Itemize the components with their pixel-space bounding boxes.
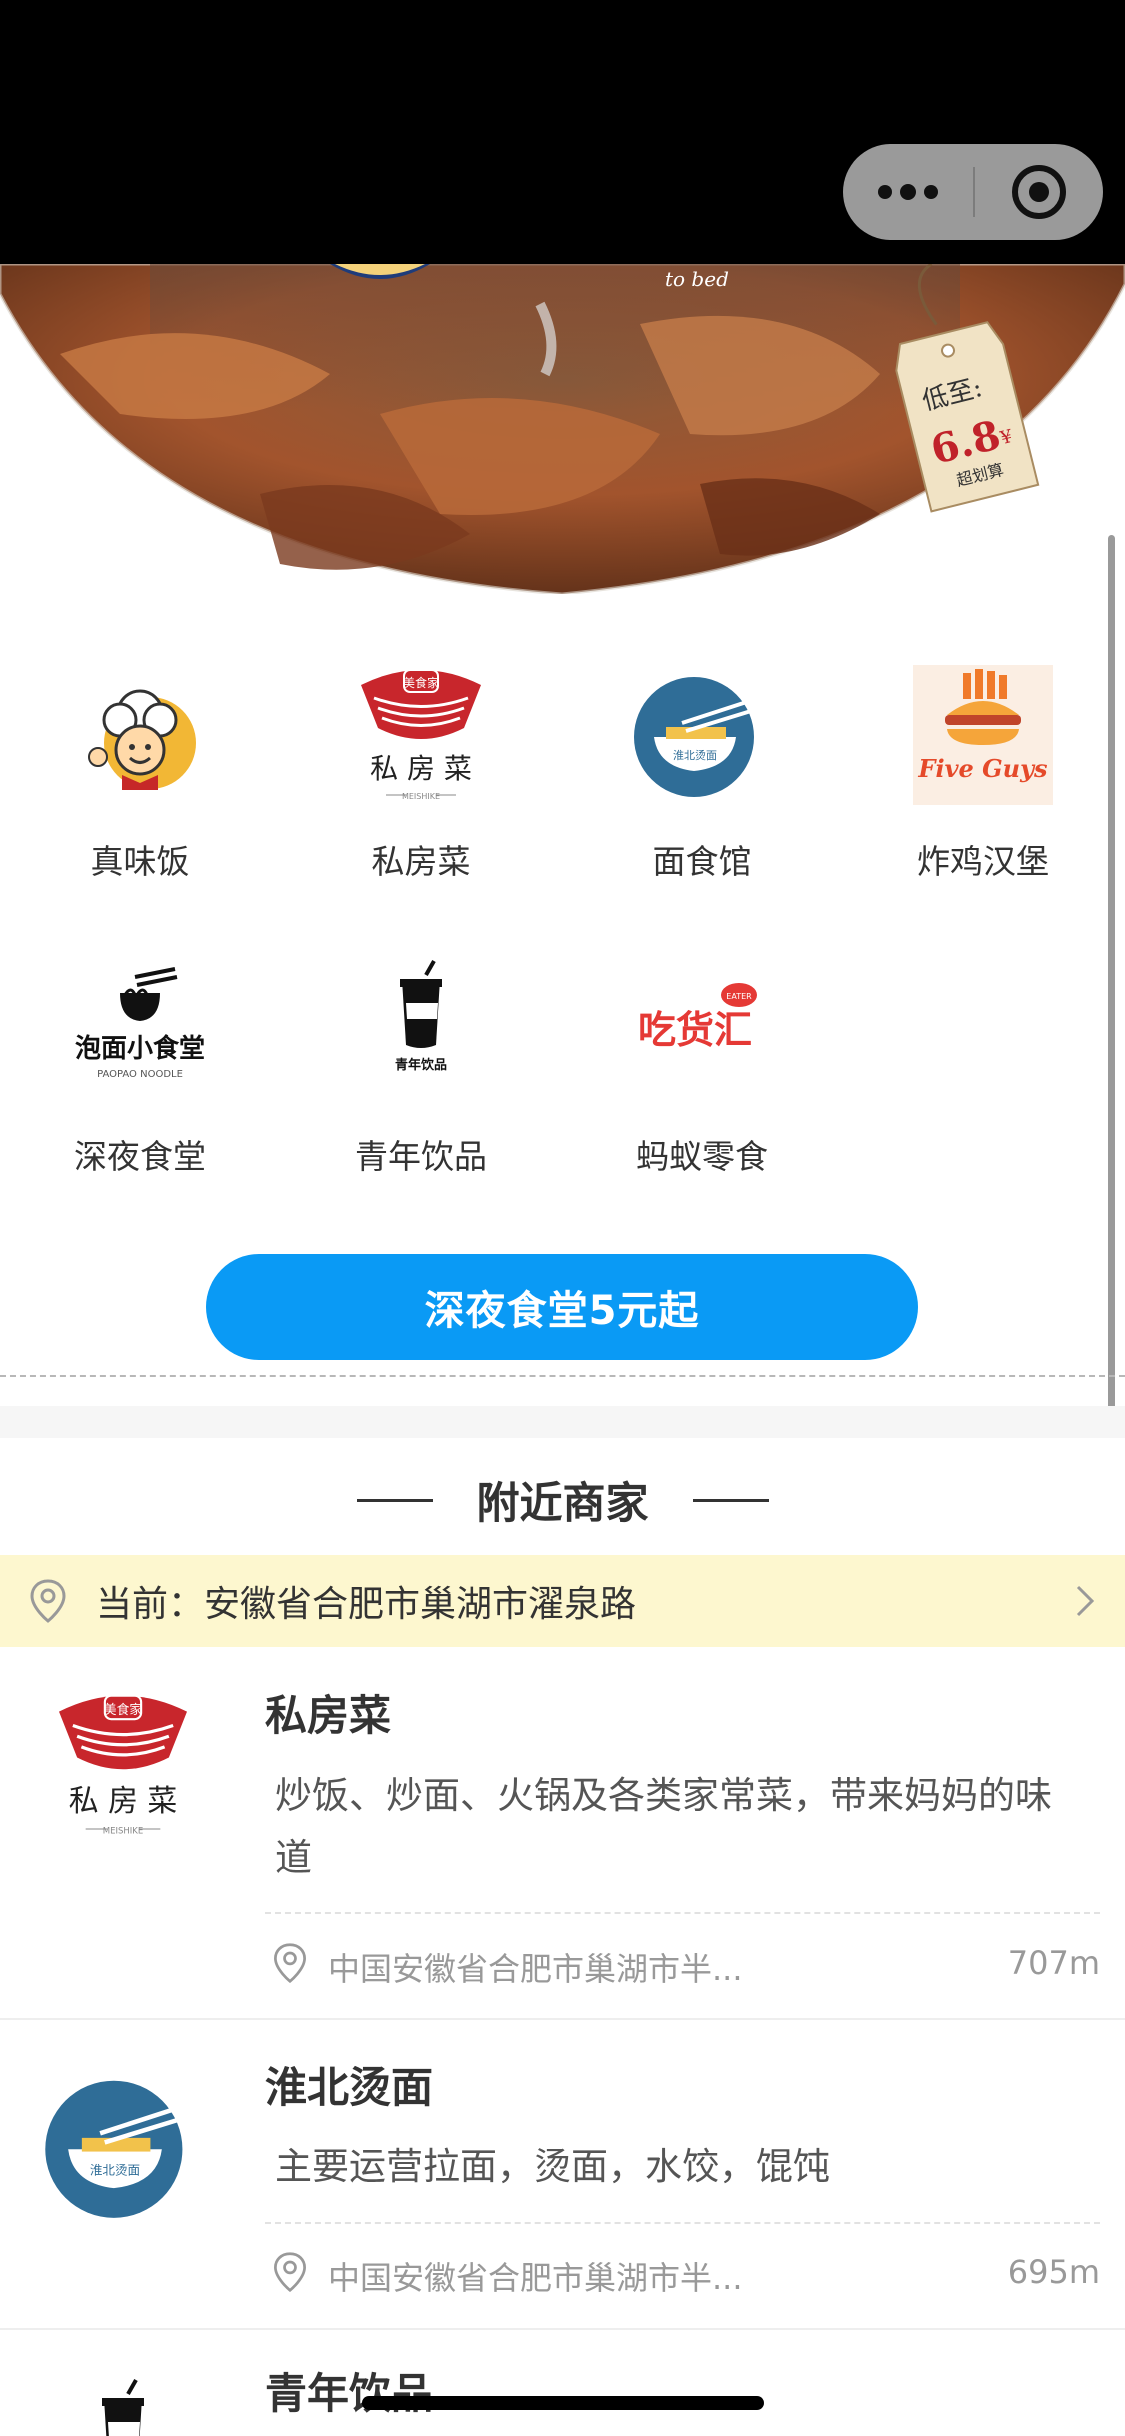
location-pin-icon <box>24 1577 72 1625</box>
private-kitchen-logo: 美食家 私 房 菜 MEISHIKE <box>40 1682 205 1847</box>
category-label: 炸鸡汉堡 <box>917 842 1049 881</box>
svg-text:泡面小食堂: 泡面小食堂 <box>75 1033 205 1064</box>
category-label: 真味饭 <box>90 842 190 881</box>
category-sifangcai[interactable]: 美食家 私 房 菜 MEISHIKE 私房菜 <box>311 660 531 883</box>
drink-cup-logo <box>40 2366 205 2436</box>
shop-description: 主要运营拉面，烫面，水饺，馄饨 <box>275 2145 830 2188</box>
category-label: 蚂蚁零食 <box>636 1137 768 1176</box>
scrollbar[interactable] <box>1108 535 1115 1415</box>
svg-text:淮北烫面: 淮北烫面 <box>673 749 717 762</box>
more-dots-icon[interactable] <box>843 144 973 240</box>
noodle-bowl-logo: 淮北烫面 <box>40 2064 205 2229</box>
location-pin-icon <box>268 2250 312 2294</box>
shop-card-sifangcai[interactable]: 美食家 私 房 菜 MEISHIKE 私房菜 炒饭、炒面、火锅及各类家常菜，带来… <box>0 1647 1125 2020</box>
shop-distance: 695m <box>1007 2253 1100 2291</box>
svg-text:吃货汇: 吃货汇 <box>638 1008 752 1052</box>
banner-caption: to bed <box>665 267 729 291</box>
shop-distance: 707m <box>1007 1944 1100 1982</box>
shop-name: 私房菜 <box>265 1691 392 1740</box>
svg-text:PAOPAO NOODLE: PAOPAO NOODLE <box>97 1069 183 1080</box>
target-icon[interactable] <box>975 144 1103 240</box>
chevron-right-icon <box>1073 1581 1097 1625</box>
banner-image[interactable]: to bed 低至: 6.8 ¥ 超划算 <box>0 264 1125 594</box>
category-mayi-snacks[interactable]: EATER 吃货汇 蚂蚁零食 <box>592 955 812 1178</box>
svg-text:淮北烫面: 淮北烫面 <box>89 2162 139 2177</box>
shop-meta-divider <box>265 2222 1100 2224</box>
category-fried-chicken-burger[interactable]: Five Guys 炸鸡汉堡 <box>873 660 1093 883</box>
shop-address: 中国安徽省合肥市巢湖市半... <box>328 1950 743 1988</box>
location-pin-icon <box>268 1941 312 1985</box>
category-qingnian-drinks[interactable]: 青年饮品 青年饮品 <box>311 955 531 1178</box>
shop-name: 青年饮品 <box>265 2369 434 2418</box>
category-label: 深夜食堂 <box>74 1137 206 1176</box>
shop-card-huaibei-tangmian[interactable]: 淮北烫面 淮北烫面 主要运营拉面，烫面，水饺，馄饨 中国安徽省合肥市巢湖市半..… <box>0 2020 1125 2330</box>
svg-text:EATER: EATER <box>726 992 752 1001</box>
shop-address: 中国安徽省合肥市巢湖市半... <box>328 2259 743 2297</box>
home-indicator <box>362 2396 764 2410</box>
svg-text:私 房 菜: 私 房 菜 <box>68 1783 177 1818</box>
shop-card-qingnian-drinks[interactable]: 青年饮品 <box>0 2330 1125 2436</box>
five-guys-burger-logo: Five Guys <box>908 660 1058 810</box>
private-kitchen-logo: 美食家 私 房 菜 MEISHIKE <box>346 660 496 810</box>
section-divider <box>0 1375 1125 1377</box>
category-zhenweifan[interactable]: 真味饭 <box>30 660 250 883</box>
category-label: 私房菜 <box>371 842 471 881</box>
late-night-promo-button[interactable]: 深夜食堂5元起 <box>206 1254 918 1360</box>
chef-mascot-icon <box>65 660 215 810</box>
heading-line-right <box>692 1498 769 1502</box>
noodle-bowl-logo: 淮北烫面 <box>627 660 777 810</box>
category-mianshiguan[interactable]: 淮北烫面 面食馆 <box>592 660 812 883</box>
nearby-title: 附近商家 <box>476 1479 649 1529</box>
shop-meta-divider <box>265 1912 1100 1914</box>
category-label: 青年饮品 <box>355 1137 487 1176</box>
status-bar <box>0 0 1125 264</box>
drink-cup-logo: 青年饮品 <box>346 955 496 1105</box>
svg-text:美食家: 美食家 <box>403 675 439 690</box>
mini-program-capsule <box>843 144 1103 240</box>
paopao-noodle-logo: 泡面小食堂 PAOPAO NOODLE <box>65 955 215 1105</box>
shop-name: 淮北烫面 <box>265 2063 434 2112</box>
svg-text:私 房 菜: 私 房 菜 <box>370 752 472 785</box>
nearby-heading: 附近商家 <box>0 1465 1125 1535</box>
svg-text:Five Guys: Five Guys <box>917 754 1048 783</box>
category-label: 面食馆 <box>652 842 752 881</box>
shop-description: 炒饭、炒面、火锅及各类家常菜，带来妈妈的味道 <box>275 1774 1052 1879</box>
svg-text:青年饮品: 青年饮品 <box>395 1057 447 1073</box>
svg-text:MEISHIKE: MEISHIKE <box>102 1826 143 1836</box>
snack-hub-logo: EATER 吃货汇 <box>627 955 777 1105</box>
svg-text:MEISHIKE: MEISHIKE <box>402 792 440 801</box>
current-location-bar[interactable]: 当前： 安徽省合肥市巢湖市濯泉路 <box>0 1555 1125 1647</box>
location-prefix: 当前： <box>96 1584 205 1625</box>
heading-line-left <box>356 1498 433 1502</box>
section-gap <box>0 1406 1125 1438</box>
svg-text:美食家: 美食家 <box>103 1701 142 1717</box>
current-location-text: 安徽省合肥市巢湖市濯泉路 <box>204 1584 637 1625</box>
category-shenye-shitang[interactable]: 泡面小食堂 PAOPAO NOODLE 深夜食堂 <box>30 955 250 1178</box>
